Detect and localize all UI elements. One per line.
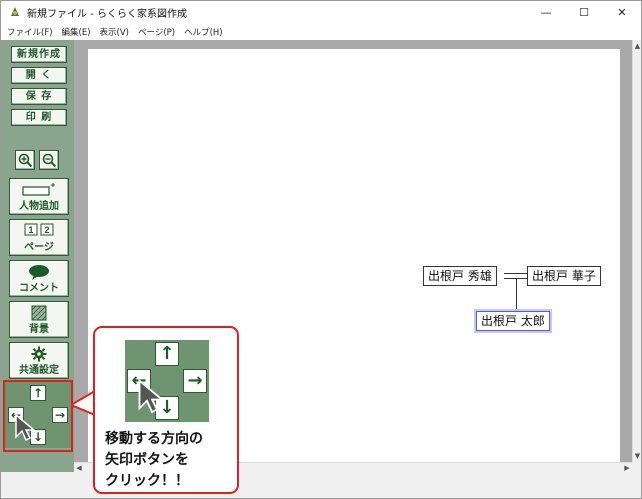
person-box-icon <box>10 182 68 198</box>
close-button[interactable]: ✕ <box>603 1 641 23</box>
new-button[interactable]: 新規作成 <box>11 46 67 63</box>
scrollbar-corner <box>632 462 641 472</box>
add-person-label: 人物追加 <box>19 201 59 212</box>
open-button[interactable]: 開 く <box>11 67 67 84</box>
background-pattern-icon <box>10 305 68 321</box>
background-button[interactable]: 背景 <box>9 301 69 338</box>
menu-help[interactable]: ヘルプ(H) <box>184 26 223 38</box>
person-box[interactable]: 出根戸 華子 <box>527 266 601 286</box>
window-controls: — ☐ ✕ <box>527 1 641 23</box>
maximize-button[interactable]: ☐ <box>565 1 603 23</box>
person-box-selected[interactable]: 出根戸 太郎 <box>476 311 550 331</box>
app-window: 新規ファイル - らくらく家系図作成 — ☐ ✕ ファイル(F) 編集(E) 表… <box>0 0 642 499</box>
page-numbers-icon: 1 2 <box>10 223 68 237</box>
callout-line: 移動する方向の <box>105 431 203 447</box>
title-bar: 新規ファイル - らくらく家系図作成 — ☐ ✕ <box>1 1 641 23</box>
menu-bar: ファイル(F) 編集(E) 表示(V) ページ(P) ヘルプ(H) <box>1 23 641 40</box>
page-button[interactable]: 1 2 ページ <box>9 219 69 256</box>
instruction-callout: ↑ ← → ↓ 移動する方向の 矢印ボタンを クリック！！ <box>93 326 239 494</box>
menu-file[interactable]: ファイル(F) <box>7 26 53 38</box>
vertical-scrollbar[interactable]: ▲ ▼ <box>632 40 641 462</box>
callout-right-arrow: → <box>183 369 207 393</box>
callout-line: 矢印ボタンを <box>105 452 189 468</box>
mouse-cursor-icon <box>138 378 165 414</box>
page-number-1: 1 <box>28 225 33 235</box>
person-box[interactable]: 出根戸 秀雄 <box>423 266 497 286</box>
menu-edit[interactable]: 編集(E) <box>62 26 91 38</box>
save-button[interactable]: 保 存 <box>11 88 67 105</box>
callout-text: 移動する方向の 矢印ボタンを クリック！！ <box>105 429 235 492</box>
add-person-button[interactable]: 人物追加 <box>9 178 69 215</box>
zoom-in-button[interactable] <box>15 150 35 170</box>
mouse-cursor-icon <box>15 413 37 442</box>
menu-page[interactable]: ページ(P) <box>138 26 175 38</box>
scroll-down-icon[interactable]: ▼ <box>633 450 641 462</box>
window-title: 新規ファイル - らくらく家系図作成 <box>27 8 187 20</box>
minimize-button[interactable]: — <box>527 1 565 23</box>
callout-pointer <box>71 390 95 416</box>
comment-label: コメント <box>19 283 59 294</box>
page-label: ページ <box>24 242 54 253</box>
common-settings-button[interactable]: 共通設定 <box>9 342 69 379</box>
marriage-line <box>504 273 528 274</box>
callout-arrow-pad: ↑ ← → ↓ <box>125 340 209 422</box>
sidebar-toolbar: 新規作成 開 く 保 存 印 刷 人物追加 1 2 ページ コメント 背景 共通… <box>1 40 74 498</box>
background-label: 背景 <box>29 324 49 335</box>
gear-icon <box>10 346 68 362</box>
callout-line: クリック！！ <box>105 473 189 489</box>
zoom-in-icon <box>18 153 32 167</box>
descent-line <box>516 278 517 310</box>
app-icon <box>11 7 19 16</box>
comment-button[interactable]: コメント <box>9 260 69 297</box>
callout-up-arrow: ↑ <box>155 342 179 366</box>
scroll-up-icon[interactable]: ▲ <box>633 40 641 52</box>
zoom-out-button[interactable] <box>39 150 59 170</box>
zoom-out-icon <box>42 153 56 167</box>
common-settings-label: 共通設定 <box>19 365 59 376</box>
menu-view[interactable]: 表示(V) <box>100 26 129 38</box>
print-button[interactable]: 印 刷 <box>11 109 67 126</box>
page-number-2: 2 <box>44 225 49 235</box>
speech-bubble-icon <box>10 264 68 280</box>
